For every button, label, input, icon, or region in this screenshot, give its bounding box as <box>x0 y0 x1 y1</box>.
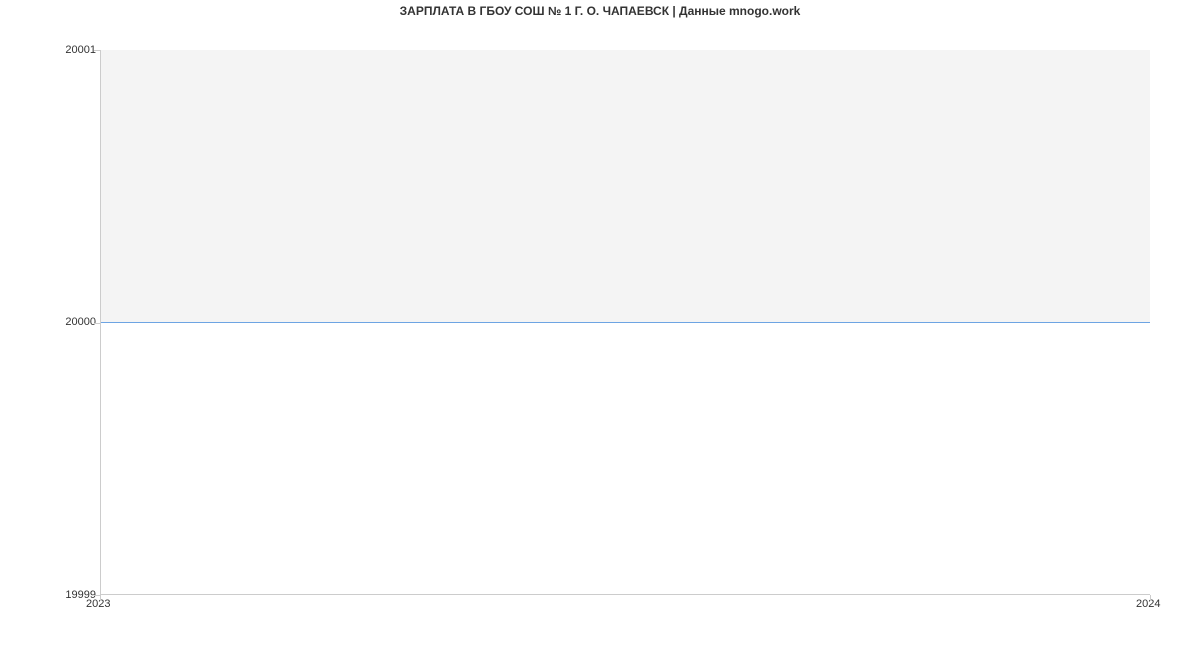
y-axis <box>100 50 101 595</box>
y-tick-label-top: 20001 <box>6 44 96 56</box>
x-axis <box>100 594 1150 595</box>
x-tick-label-start: 2023 <box>86 598 110 610</box>
chart-title: ЗАРПЛАТА В ГБОУ СОШ № 1 Г. О. ЧАПАЕВСК |… <box>0 4 1200 18</box>
plot-area <box>100 50 1150 595</box>
series-area-fill <box>100 50 1150 323</box>
y-tick-top <box>94 50 100 51</box>
series-line <box>100 322 1150 323</box>
salary-chart: ЗАРПЛАТА В ГБОУ СОШ № 1 Г. О. ЧАПАЕВСК |… <box>0 0 1200 650</box>
x-tick-label-end: 2024 <box>1136 598 1160 610</box>
y-tick-mid <box>94 323 100 324</box>
y-tick-label-mid: 20000 <box>6 316 96 328</box>
x-tick-start <box>100 595 101 601</box>
x-tick-end <box>1150 595 1151 601</box>
y-tick-label-bottom: 19999 <box>6 589 96 601</box>
